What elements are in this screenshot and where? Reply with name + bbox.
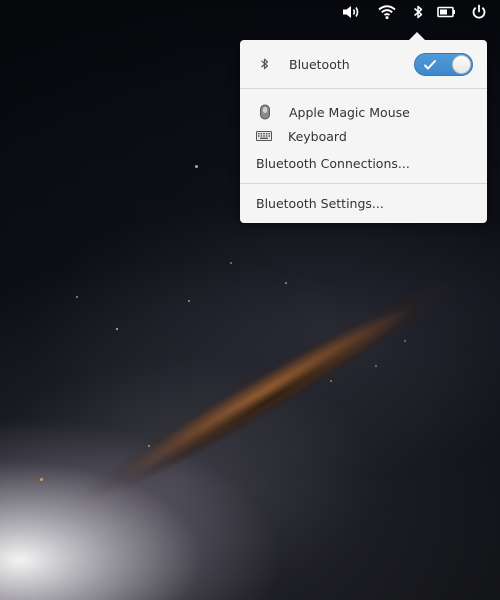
device-label: Apple Magic Mouse: [289, 104, 410, 120]
bluetooth-menu: Bluetooth Apple Magic Mouse Keyboard Blu…: [240, 32, 487, 223]
switch-knob: [452, 55, 471, 74]
separator: [240, 88, 487, 89]
bluetooth-icon[interactable]: [406, 2, 430, 22]
bluetooth-settings-label: Bluetooth Settings...: [256, 195, 384, 211]
keyboard-icon: [256, 128, 272, 144]
device-item-mouse[interactable]: Apple Magic Mouse: [240, 102, 487, 122]
bluetooth-connections-label: Bluetooth Connections...: [256, 155, 410, 171]
popover-arrow: [408, 32, 426, 41]
battery-icon[interactable]: [435, 2, 459, 22]
bluetooth-connections-item[interactable]: Bluetooth Connections...: [240, 153, 487, 173]
device-label: Keyboard: [288, 128, 347, 144]
bluetooth-settings-item[interactable]: Bluetooth Settings...: [240, 193, 487, 213]
separator: [240, 183, 487, 184]
bluetooth-label: Bluetooth: [289, 56, 350, 72]
power-icon[interactable]: [467, 2, 491, 22]
check-icon: [423, 57, 437, 76]
bluetooth-toggle-switch[interactable]: [414, 53, 473, 76]
device-item-keyboard[interactable]: Keyboard: [240, 126, 487, 146]
volume-icon[interactable]: [339, 2, 363, 22]
wifi-icon[interactable]: [375, 2, 399, 22]
bluetooth-icon: [258, 56, 272, 72]
mouse-icon: [258, 104, 272, 120]
